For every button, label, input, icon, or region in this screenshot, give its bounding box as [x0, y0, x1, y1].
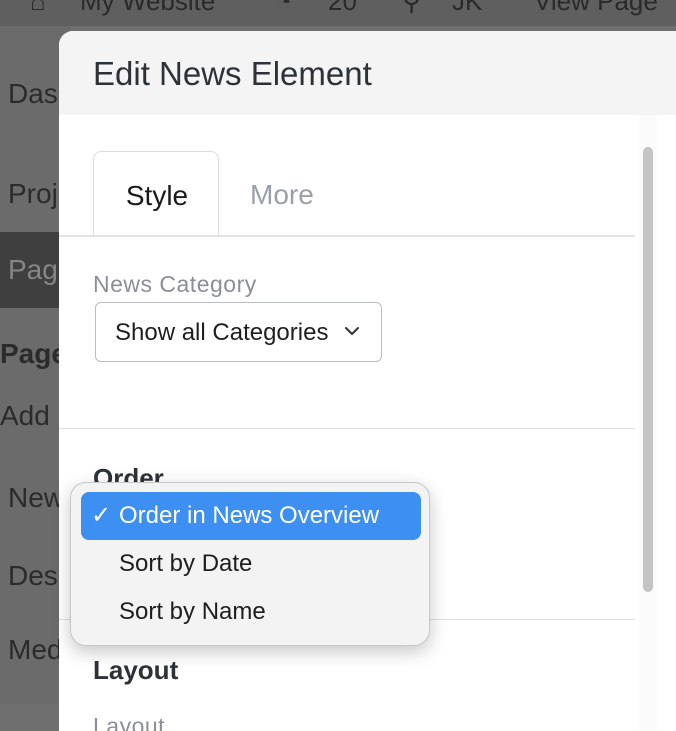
menu-item-order-in-news-overview[interactable]: ✓ Order in News Overview — [81, 492, 421, 540]
tab-more[interactable]: More — [250, 179, 314, 211]
section-divider — [59, 428, 635, 429]
news-category-value: Show all Categories — [115, 319, 329, 346]
app-topbar: ⌂ My Website ◔ 20 ⚲ JK View Page — [0, 0, 676, 26]
menu-item-sort-by-date[interactable]: Sort by Date — [81, 540, 421, 588]
menu-item-label: Sort by Date — [119, 550, 253, 577]
menu-item-sort-by-name[interactable]: Sort by Name — [81, 588, 421, 636]
view-page-link[interactable]: View Page — [534, 0, 658, 17]
comments-icon[interactable]: ◔ — [276, 0, 292, 17]
tab-style[interactable]: Style — [93, 151, 219, 237]
counter-badge: 20 — [328, 0, 357, 16]
tab-style-label: Style — [125, 180, 189, 211]
chevron-down-icon — [345, 327, 359, 335]
user-initials[interactable]: JK — [452, 0, 482, 17]
scrollbar-thumb[interactable] — [643, 147, 653, 592]
news-category-label: News Category — [93, 271, 257, 297]
site-name[interactable]: My Website — [80, 0, 215, 17]
modal-header: Edit News Element — [59, 31, 676, 115]
menu-item-label: Sort by Name — [119, 598, 266, 625]
home-icon[interactable]: ⌂ — [30, 0, 46, 17]
news-category-select[interactable]: Show all Categories — [95, 302, 382, 362]
search-icon[interactable]: ⚲ — [402, 0, 421, 17]
menu-item-label: Order in News Overview — [119, 502, 380, 529]
layout-field-label: Layout — [93, 713, 166, 731]
layout-section-title: Layout — [93, 655, 179, 685]
checkmark-icon: ✓ — [91, 502, 112, 529]
order-dropdown-menu: ✓ Order in News Overview Sort by Date So… — [70, 482, 430, 646]
tab-divider — [59, 235, 635, 237]
modal-title: Edit News Element — [93, 55, 372, 92]
